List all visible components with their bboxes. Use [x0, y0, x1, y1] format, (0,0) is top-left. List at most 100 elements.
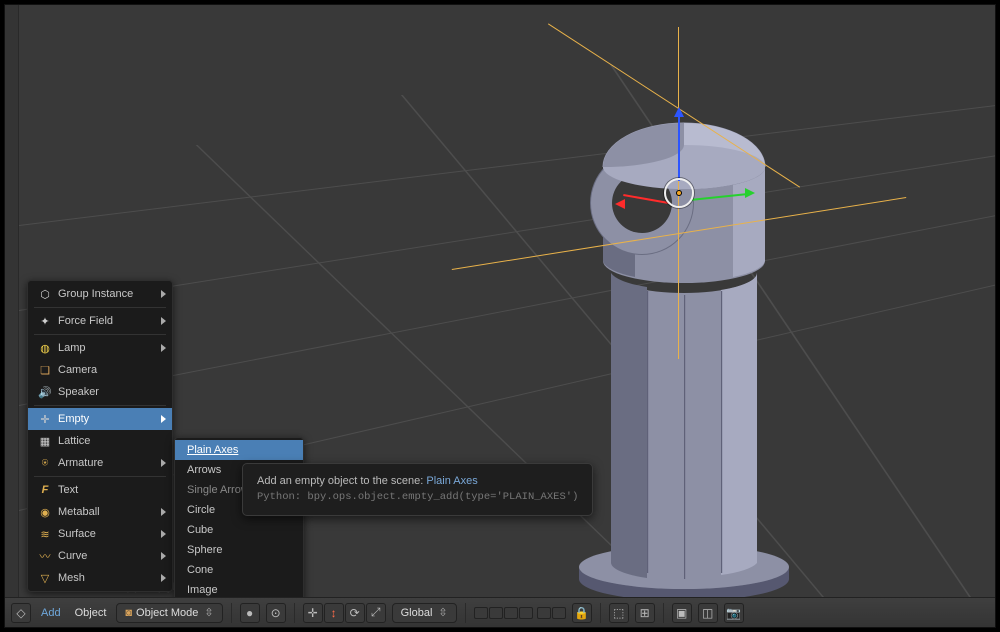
submenu-item-image[interactable]: Image [175, 580, 303, 597]
menu-item-label: Speaker [58, 386, 99, 398]
submenu-item-label: Circle [187, 504, 215, 516]
mesh-icon: ▽ [36, 572, 54, 585]
menu-item-text[interactable]: F Text [28, 479, 172, 501]
submenu-item-plain-axes[interactable]: Plain Axes [175, 440, 303, 460]
chevron-right-icon [161, 317, 166, 325]
menu-item-metaball[interactable]: ◉ Metaball [28, 501, 172, 523]
object-menu-button[interactable]: Object [71, 607, 111, 619]
render-preview-icon[interactable]: ▣ [672, 603, 692, 623]
menu-item-force-field[interactable]: ✦ Force Field [28, 310, 172, 332]
manipulator-toggle-group: ✛ ↕ ⟳ ⤢ [303, 603, 386, 623]
viewport-header: ◇ Add Object ◙ Object Mode ⇳ ● ⊙ ✛ ↕ ⟳ ⤢… [5, 597, 995, 627]
submenu-item-label: Cube [187, 524, 213, 536]
add-menu[interactable]: ⬡ Group Instance ✦ Force Field ◍ Lamp ❏ Came… [27, 280, 173, 592]
orientation-label: Global [401, 607, 433, 619]
speaker-icon: 🔊 [36, 386, 54, 399]
rotate-manipulator-icon[interactable]: ⟳ [345, 603, 365, 623]
chevron-right-icon [161, 344, 166, 352]
object-mode-icon: ◙ [125, 607, 132, 619]
manipulator-toggle-icon[interactable]: ✛ [303, 603, 323, 623]
curve-icon: 〰 [36, 548, 54, 564]
submenu-item-sphere[interactable]: Sphere [175, 540, 303, 560]
translate-manipulator-icon[interactable]: ↕ [324, 603, 344, 623]
menu-item-label: Group Instance [58, 288, 133, 300]
armature-icon: ⍟ [36, 457, 54, 470]
tooltip: Add an empty object to the scene: Plain … [242, 463, 593, 516]
metaball-icon: ◉ [36, 506, 54, 519]
menu-item-label: Surface [58, 528, 96, 540]
editor-type-icon[interactable]: ◇ [11, 603, 31, 623]
menu-item-label: Mesh [58, 572, 85, 584]
menu-item-group-instance[interactable]: ⬡ Group Instance [28, 283, 172, 305]
render-border-icon[interactable]: ◫ [698, 603, 718, 623]
chevron-right-icon [161, 290, 166, 298]
shading-solid-icon[interactable]: ● [240, 603, 260, 623]
chevron-updown-icon: ⇳ [438, 606, 447, 619]
left-gutter [5, 5, 19, 597]
tooltip-python-code: bpy.ops.object.empty_add(type='PLAIN_AXE… [307, 491, 578, 503]
separator [465, 603, 466, 623]
mode-selector[interactable]: ◙ Object Mode ⇳ [116, 603, 222, 623]
axes-icon: ⬡ [36, 288, 54, 301]
surface-icon: ≋ [36, 528, 54, 541]
mode-label: Object Mode [136, 607, 198, 619]
submenu-item-label: Sphere [187, 544, 222, 556]
tooltip-highlight: Plain Axes [426, 475, 477, 487]
empty-submenu[interactable]: Plain Axes Arrows Single Arrow Circle Cu… [174, 437, 304, 597]
tooltip-text: Add an empty object to the scene: [257, 475, 423, 487]
separator [663, 603, 664, 623]
add-menu-button[interactable]: Add [37, 607, 65, 619]
text-icon: F [36, 484, 54, 496]
chevron-right-icon [161, 415, 166, 423]
submenu-item-label: Cone [187, 564, 213, 576]
lock-camera-icon[interactable]: 🔒 [572, 603, 592, 623]
layer-buttons[interactable] [474, 607, 566, 619]
lamp-icon: ◍ [36, 342, 54, 355]
camera-icon: ❏ [36, 364, 54, 377]
submenu-item-cone[interactable]: Cone [175, 560, 303, 580]
menu-item-label: Text [58, 484, 78, 496]
submenu-item-label: Single Arrow [187, 484, 249, 496]
separator [294, 603, 295, 623]
scale-manipulator-icon[interactable]: ⤢ [366, 603, 386, 623]
chevron-updown-icon: ⇳ [204, 606, 213, 619]
empty-icon: ✛ [36, 413, 54, 426]
orientation-selector[interactable]: Global ⇳ [392, 603, 457, 623]
pivot-icon[interactable]: ⊙ [266, 603, 286, 623]
menu-item-label: Empty [58, 413, 89, 425]
menu-item-empty[interactable]: ✛ Empty [28, 408, 172, 430]
menu-item-label: Force Field [58, 315, 113, 327]
menu-item-label: Lamp [58, 342, 86, 354]
menu-item-label: Metaball [58, 506, 100, 518]
chevron-right-icon [161, 552, 166, 560]
lattice-icon: ▦ [36, 435, 54, 448]
3d-viewport[interactable]: (0) EmptyPisto ⬡Group Instance ✦Force Fi… [19, 5, 995, 597]
chevron-right-icon [161, 508, 166, 516]
chevron-right-icon [161, 459, 166, 467]
piston-object[interactable] [559, 95, 819, 597]
menu-item-lattice[interactable]: ▦ Lattice [28, 430, 172, 452]
menu-item-label: Armature [58, 457, 103, 469]
separator [600, 603, 601, 623]
snap-icon[interactable]: ⬚ [609, 603, 629, 623]
menu-item-label: Camera [58, 364, 97, 376]
menu-item-armature[interactable]: ⍟ Armature [28, 452, 172, 474]
chevron-right-icon [161, 530, 166, 538]
menu-item-speaker[interactable]: 🔊 Speaker [28, 381, 172, 403]
submenu-item-label: Plain Axes [187, 444, 238, 456]
menu-item-mesh[interactable]: ▽ Mesh [28, 567, 172, 589]
camera-view-icon[interactable]: 📷 [724, 603, 744, 623]
menu-item-label: Curve [58, 550, 87, 562]
submenu-item-cube[interactable]: Cube [175, 520, 303, 540]
tooltip-python-label: Python: [257, 491, 301, 503]
snap-target-icon[interactable]: ⊞ [635, 603, 655, 623]
menu-item-camera[interactable]: ❏ Camera [28, 359, 172, 381]
submenu-item-label: Image [187, 584, 218, 596]
menu-item-curve[interactable]: 〰 Curve [28, 545, 172, 567]
menu-item-lamp[interactable]: ◍ Lamp [28, 337, 172, 359]
menu-item-label: Lattice [58, 435, 90, 447]
submenu-item-label: Arrows [187, 464, 221, 476]
menu-item-surface[interactable]: ≋ Surface [28, 523, 172, 545]
chevron-right-icon [161, 574, 166, 582]
force-icon: ✦ [36, 315, 54, 328]
